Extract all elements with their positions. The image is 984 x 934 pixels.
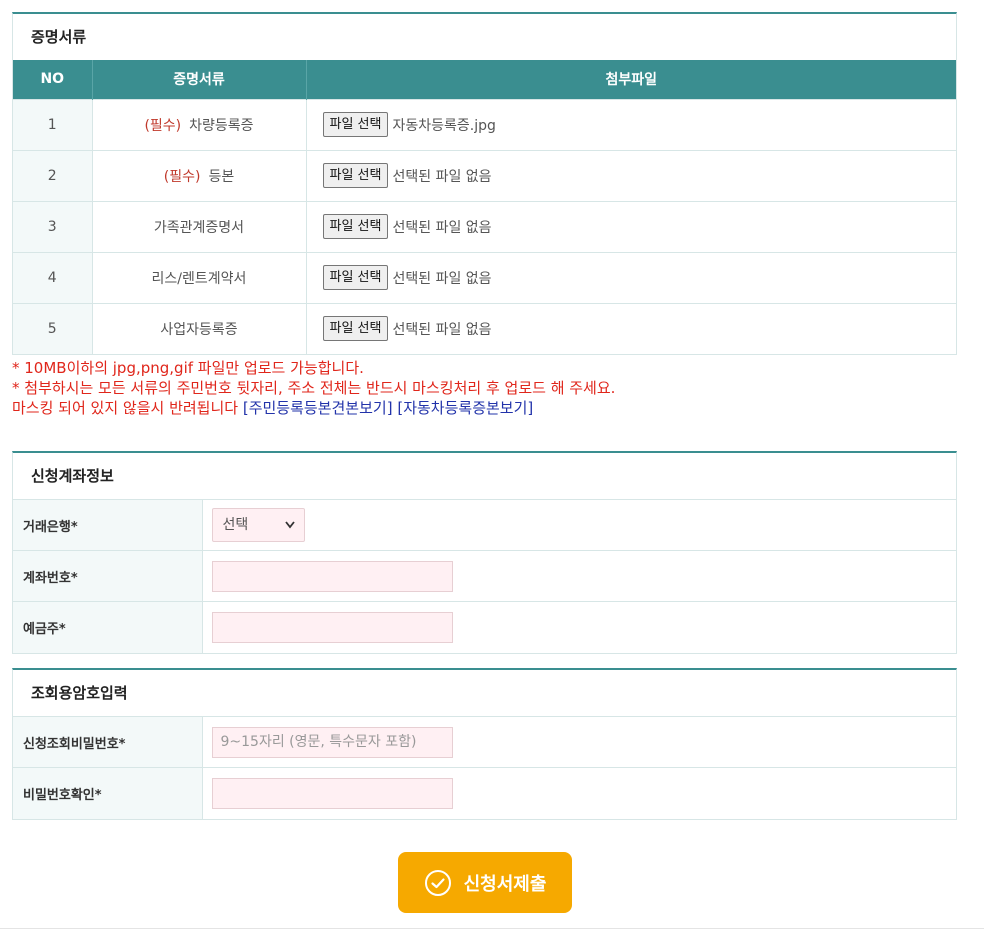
account-table: 거래은행* 선택 계좌번호* 예금주* [13,499,956,653]
file-select-button[interactable]: 파일 선택 [322,265,389,290]
col-header-name: 증명서류 [92,60,307,99]
file-name: 선택된 파일 없음 [392,321,492,338]
note-rejection-text: 마스킹 되어 있지 않을시 반려됩니다 [12,399,239,417]
doc-name-label: 차량등록증 [189,117,254,134]
row-no: 2 [13,149,93,201]
col-header-file: 첨부파일 [306,60,956,99]
note-masking: * 첨부하시는 모든 서류의 주민번호 뒷자리, 주소 전체는 반드시 마스킹처… [12,379,616,397]
account-section: 신청계좌정보 거래은행* 선택 계좌번호* 예금주* [12,451,957,654]
holder-row: 예금주* [13,601,956,653]
bottom-divider [0,928,984,929]
file-name: 자동차등록증.jpg [392,117,496,134]
account-title: 신청계좌정보 [31,467,114,485]
account-number-row: 계좌번호* [13,550,956,602]
bank-select[interactable]: 선택 [211,508,305,542]
documents-section: 증명서류 NO 증명서류 첨부파일 1 (필수) 차량등록증 파일 선택 자동차등록… [12,12,957,355]
resident-sample-link[interactable]: [주민등록등본견본보기] [243,399,393,417]
required-mark: (필수) [144,117,182,134]
file-name: 선택된 파일 없음 [392,168,492,185]
row-file-cell: 파일 선택 자동차등록증.jpg [306,98,956,150]
password-confirm-row: 비밀번호확인* [13,767,956,819]
row-file-cell: 파일 선택 선택된 파일 없음 [306,149,956,201]
password-label: 신청조회비밀번호* [13,716,203,768]
bank-row: 거래은행* 선택 [13,499,956,551]
required-mark: (필수) [163,168,201,185]
file-select-button[interactable]: 파일 선택 [322,316,389,342]
note-file-limit: * 10MB이하의 jpg,png,gif 파일만 업로드 가능합니다. [12,359,364,377]
doc-name-label: 가족관계증명서 [153,219,245,236]
table-row: 2 (필수) 등본 파일 선택 선택된 파일 없음 [13,149,956,201]
password-table: 신청조회비밀번호* 9~15자리 (영문, 특수문자 포함) 비밀번호확인* [13,716,956,819]
account-number-input[interactable] [211,560,453,592]
password-confirm-cell [202,767,956,819]
password-confirm-label: 비밀번호확인* [13,767,203,819]
password-input[interactable]: 9~15자리 (영문, 특수문자 포함) [211,726,453,758]
check-circle-icon [424,869,452,897]
file-name: 선택된 파일 없음 [392,270,492,287]
row-file-cell: 파일 선택 선택된 파일 없음 [306,251,956,303]
row-no: 3 [13,200,93,252]
password-row: 신청조회비밀번호* 9~15자리 (영문, 특수문자 포함) [13,716,956,768]
bank-label: 거래은행* [13,499,203,551]
account-number-cell [202,550,956,602]
upload-notes: * 10MB이하의 jpg,png,gif 파일만 업로드 가능합니다. * 첨… [12,358,615,418]
note-rejection: 마스킹 되어 있지 않을시 반려됩니다 [주민등록등본견본보기] [자동차등록증… [12,398,615,418]
password-section: 조회용암호입력 신청조회비밀번호* 9~15자리 (영문, 특수문자 포함) 비… [12,668,957,820]
row-no: 4 [13,251,93,303]
submit-button[interactable]: 신청서제출 [398,852,572,913]
file-select-button[interactable]: 파일 선택 [322,214,389,239]
doc-name-label: 사업자등록증 [160,321,238,338]
documents-title: 증명서류 [31,28,87,46]
password-cell: 9~15자리 (영문, 특수문자 포함) [202,716,956,768]
row-file-cell: 파일 선택 선택된 파일 없음 [306,200,956,252]
row-doc-name: 가족관계증명서 [92,200,307,252]
table-row: 1 (필수) 차량등록증 파일 선택 자동차등록증.jpg [13,98,956,150]
row-doc-name: 사업자등록증 [92,302,307,354]
row-doc-name: (필수) 차량등록증 [92,98,307,150]
doc-name-label: 등본 [208,168,235,185]
row-file-cell: 파일 선택 선택된 파일 없음 [306,302,956,354]
holder-input[interactable] [211,611,453,643]
row-no: 5 [13,302,93,354]
row-no: 1 [13,98,93,150]
doc-name-label: 리스/렌트계약서 [151,270,247,287]
password-title: 조회용암호입력 [31,684,128,702]
chevron-down-icon [284,509,296,553]
row-doc-name: 리스/렌트계약서 [92,251,307,303]
password-confirm-input[interactable] [211,777,453,809]
file-name: 선택된 파일 없음 [392,219,492,236]
row-doc-name: (필수) 등본 [92,149,307,201]
file-select-button[interactable]: 파일 선택 [322,163,389,188]
col-header-no: NO [13,60,93,99]
file-select-button[interactable]: 파일 선택 [322,112,389,137]
table-row: 3 가족관계증명서 파일 선택 선택된 파일 없음 [13,200,956,252]
bank-select-value: 선택 [222,517,249,533]
holder-cell [202,601,956,653]
documents-table: NO 증명서류 첨부파일 1 (필수) 차량등록증 파일 선택 자동차등록증.jpg… [13,60,956,354]
holder-label: 예금주* [13,601,203,653]
car-reg-sample-link[interactable]: [자동차등록증본보기] [397,399,533,417]
account-number-label: 계좌번호* [13,550,203,602]
table-row: 5 사업자등록증 파일 선택 선택된 파일 없음 [13,302,956,354]
submit-label: 신청서제출 [463,873,547,895]
bank-cell: 선택 [202,499,956,551]
table-row: 4 리스/렌트계약서 파일 선택 선택된 파일 없음 [13,251,956,303]
